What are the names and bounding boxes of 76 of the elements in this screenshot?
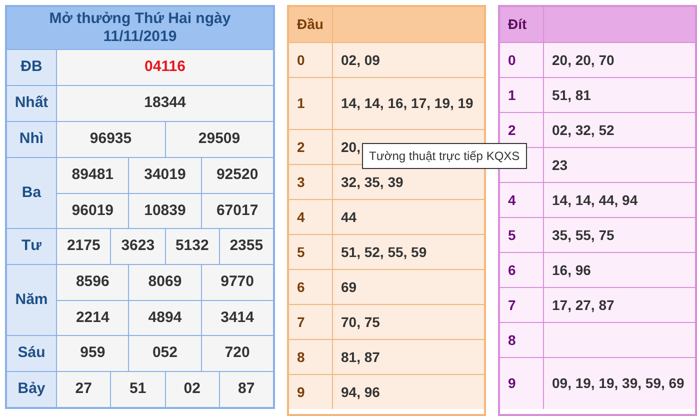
- prize-number: 8596: [76, 272, 110, 292]
- prize-number: 51: [130, 379, 146, 400]
- digit-label: 6: [508, 260, 516, 280]
- prize-number: 87: [238, 379, 255, 400]
- prize-label: Ba: [22, 182, 42, 203]
- prize-label: Nhì: [19, 129, 44, 150]
- number-list: 20, 20, 70: [552, 52, 688, 68]
- prize-number: 96019: [72, 200, 114, 221]
- digit-label: 6: [297, 278, 305, 296]
- prize-number: 18344: [144, 93, 186, 114]
- digit-label: 3: [297, 172, 305, 192]
- digit-label: 0: [297, 50, 305, 70]
- prize-number: 5132: [175, 236, 209, 256]
- number-list: 32, 35, 39: [341, 174, 477, 190]
- number-list: 69: [341, 278, 477, 296]
- prize-number: 052: [152, 343, 178, 364]
- digit-label: 2: [297, 138, 305, 156]
- number-list: 94, 96: [341, 384, 477, 400]
- column-header: Đít: [508, 15, 527, 34]
- number-list: 44: [341, 208, 477, 226]
- number-list: 23: [552, 156, 688, 174]
- digit-label: 4: [508, 190, 516, 210]
- digit-label: 2: [508, 120, 516, 140]
- prize-label: Sáu: [18, 343, 46, 364]
- digit-label: 9: [297, 382, 305, 402]
- prize-number: 29509: [198, 129, 240, 150]
- prize-label: Nhất: [14, 93, 48, 114]
- header-title: Mở thưởng Thứ Hai ngày: [49, 10, 231, 28]
- number-list: 14, 14, 44, 94: [552, 192, 688, 208]
- digit-label: 8: [508, 330, 516, 350]
- digit-label: 7: [508, 296, 516, 314]
- prize-number: 2355: [230, 236, 264, 256]
- prize-label: Năm: [15, 290, 48, 310]
- prize-number: 959: [80, 343, 106, 364]
- prize-number: 96935: [90, 129, 132, 150]
- prize-number: 34019: [144, 165, 186, 186]
- number-list: 81, 87: [341, 348, 477, 366]
- header-date: 11/11/2019: [103, 28, 177, 46]
- digit-label: 5: [297, 242, 305, 262]
- prize-number: 89481: [72, 165, 114, 186]
- digit-label: 9: [508, 374, 516, 393]
- prize-label: Tư: [21, 236, 42, 256]
- number-list: 51, 81: [552, 86, 688, 104]
- number-list: 70, 75: [341, 314, 477, 330]
- column-header: Đầu: [297, 15, 324, 34]
- prize-number: 92520: [216, 165, 258, 186]
- digit-label: 1: [297, 94, 305, 113]
- prize-number: 2175: [66, 236, 100, 256]
- prize-number: 3414: [220, 308, 254, 328]
- prize-number: 9770: [220, 272, 254, 292]
- prize-number: 04116: [144, 57, 186, 78]
- digit-label: 7: [297, 312, 305, 332]
- number-list: 02, 32, 52: [552, 122, 688, 138]
- number-list: 17, 27, 87: [552, 296, 688, 314]
- prize-number: 10839: [144, 200, 186, 221]
- prize-number: 3623: [121, 236, 155, 256]
- prize-number: 02: [184, 379, 200, 400]
- prize-number: 720: [224, 343, 250, 364]
- prize-label: Bảy: [18, 379, 46, 400]
- prize-number: 8069: [148, 272, 182, 292]
- number-list: 35, 55, 75: [552, 226, 688, 244]
- number-list: 09, 19, 19, 39, 59, 69: [552, 375, 688, 392]
- digit-label: 0: [508, 50, 516, 70]
- prize-number: 27: [75, 379, 92, 400]
- number-list: 51, 52, 55, 59: [341, 244, 477, 260]
- digit-label: 1: [508, 86, 516, 104]
- number-list: 02, 09: [341, 52, 477, 68]
- number-list: 16, 96: [552, 262, 688, 278]
- digit-label: 5: [508, 226, 516, 244]
- prize-number: 67017: [216, 200, 258, 221]
- prize-number: 2214: [76, 308, 110, 328]
- digit-label: 4: [297, 208, 305, 226]
- prize-label: ĐB: [20, 57, 42, 78]
- prize-number: 4894: [148, 308, 182, 328]
- digit-label: 8: [297, 348, 305, 366]
- number-list: 14, 14, 16, 17, 19, 19: [341, 95, 477, 112]
